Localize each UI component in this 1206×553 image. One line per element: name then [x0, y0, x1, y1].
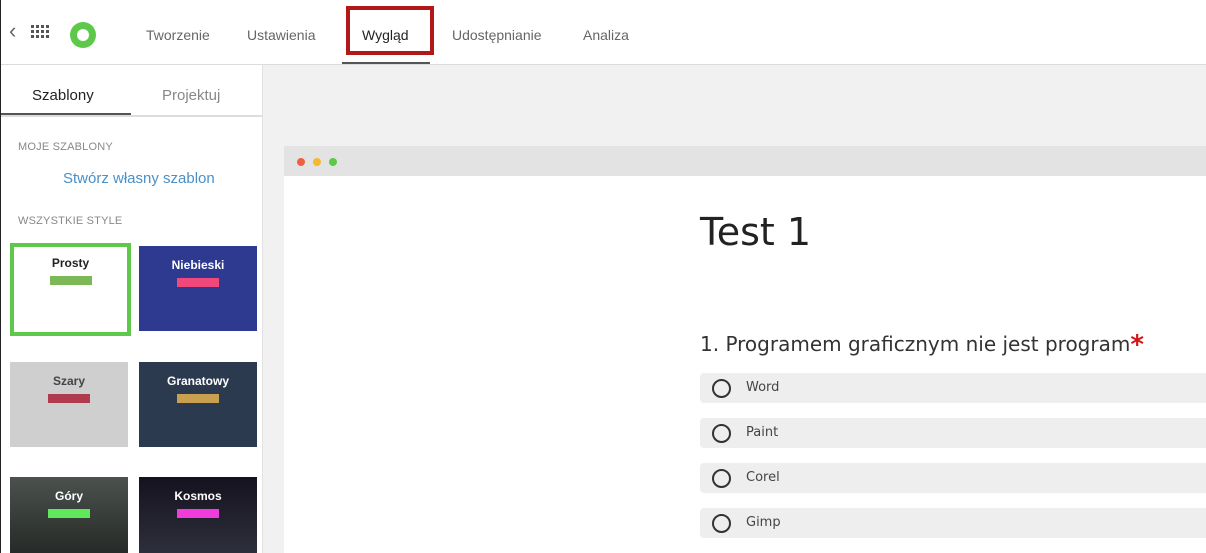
style-tile-szary[interactable]: Szary [10, 362, 128, 447]
radio-icon[interactable] [712, 424, 731, 443]
option-label: Paint [746, 425, 779, 440]
style-tile-label: Prosty [51, 256, 90, 270]
style-tile-accent [177, 278, 219, 287]
my-templates-heading: MOJE SZABLONY [18, 141, 113, 153]
style-tile-accent [49, 276, 92, 285]
answer-option[interactable]: Word [700, 373, 1206, 403]
sidebar-tabs: Szablony Projektuj [1, 65, 262, 117]
tab-projektuj[interactable]: Projektuj [162, 87, 220, 104]
style-tile-accent [177, 509, 219, 518]
active-tab-indicator [342, 62, 430, 64]
option-label: Gimp [746, 515, 781, 530]
answer-option[interactable]: Corel [700, 463, 1206, 493]
create-template-link[interactable]: Stwórz własny szablon [63, 170, 215, 187]
chevron-left-icon[interactable]: ‹ [9, 20, 16, 42]
style-tile-label: Kosmos [174, 489, 222, 503]
preview-window-bar [284, 146, 1206, 176]
tab-ustawienia[interactable]: Ustawienia [247, 27, 315, 43]
tab-tworzenie[interactable]: Tworzenie [146, 27, 210, 43]
style-tile-niebieski[interactable]: Niebieski [139, 246, 257, 331]
tab-szablony[interactable]: Szablony [32, 87, 94, 104]
style-tile-label: Granatowy [166, 374, 229, 388]
style-tile-accent [48, 509, 90, 518]
tab-udostepnianie[interactable]: Udostępnianie [452, 27, 542, 43]
window-dot-green-icon [329, 158, 337, 166]
answer-option[interactable]: Paint [700, 418, 1206, 448]
radio-icon[interactable] [712, 514, 731, 533]
style-tile-kosmos[interactable]: Kosmos [139, 477, 257, 553]
tab-analiza[interactable]: Analiza [583, 27, 629, 43]
style-tile-label: Niebieski [171, 258, 225, 272]
option-label: Corel [746, 470, 780, 485]
apps-grid-icon[interactable] [31, 25, 51, 41]
answer-option[interactable]: Gimp [700, 508, 1206, 538]
logo-icon[interactable] [70, 22, 96, 48]
style-tile-accent [48, 394, 90, 403]
style-tile-label: Szary [52, 374, 86, 388]
style-tile-accent [177, 394, 219, 403]
style-tile-prosty[interactable]: Prosty [10, 243, 131, 336]
radio-icon[interactable] [712, 379, 731, 398]
style-tile-gory[interactable]: Góry [10, 477, 128, 553]
required-mark: * [1130, 330, 1144, 360]
window-dot-red-icon [297, 158, 305, 166]
survey-title: Test 1 [700, 210, 812, 254]
style-tile-granatowy[interactable]: Granatowy [139, 362, 257, 447]
tab-highlight-box [346, 6, 434, 55]
radio-icon[interactable] [712, 469, 731, 488]
question-label: 1. Programem graficznym nie jest program [700, 332, 1131, 356]
all-styles-heading: WSZYSTKIE STYLE [18, 215, 123, 227]
question-text: 1. Programem graficznym nie jest program… [700, 328, 1144, 360]
sidebar-tab-indicator [1, 113, 131, 115]
option-label: Word [746, 380, 780, 395]
style-tile-label: Góry [54, 489, 83, 503]
window-dot-yellow-icon [313, 158, 321, 166]
